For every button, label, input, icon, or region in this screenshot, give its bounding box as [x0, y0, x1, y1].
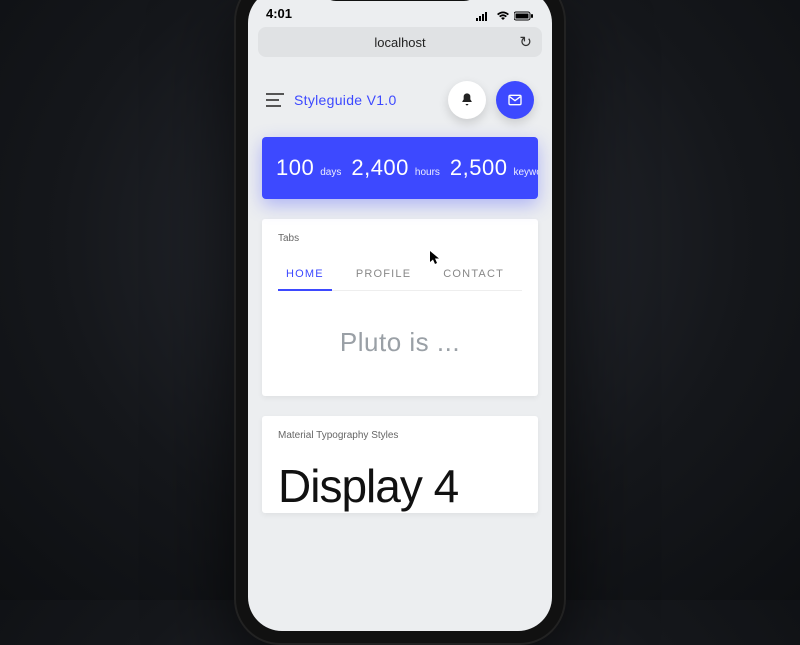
page-title: Styleguide V1.0	[294, 92, 438, 108]
tab-contact[interactable]: CONTACT	[441, 262, 506, 290]
app-header: Styleguide V1.0	[262, 71, 538, 137]
phone-screen: 4:01 localhost ↻ Styleguide V1.0	[248, 0, 552, 631]
status-bar: 4:01	[248, 0, 552, 23]
stat-value-keywords: 2,500	[450, 155, 508, 181]
typography-card-label: Material Typography Styles	[278, 430, 522, 441]
tabs-card: Tabs HOME PROFILE CONTACT Pluto is ...	[262, 219, 538, 396]
page-content: Styleguide V1.0 100 days 2,400 hours 2,5…	[248, 71, 552, 513]
address-url: localhost	[374, 35, 425, 50]
tab-content: Pluto is ...	[278, 291, 522, 376]
battery-icon	[514, 11, 534, 21]
phone-notch	[320, 0, 480, 1]
signal-icon	[476, 11, 492, 21]
stat-label-hours: hours	[415, 167, 440, 178]
status-time: 4:01	[266, 6, 292, 21]
stat-label-days: days	[320, 167, 341, 178]
mail-button[interactable]	[496, 81, 534, 119]
bell-icon	[459, 92, 475, 108]
typography-card: Material Typography Styles Display 4	[262, 416, 538, 513]
refresh-icon[interactable]: ↻	[519, 33, 532, 51]
stat-value-days: 100	[276, 155, 314, 181]
mail-icon	[507, 92, 523, 108]
notifications-button[interactable]	[448, 81, 486, 119]
status-icons	[476, 11, 534, 21]
tab-profile[interactable]: PROFILE	[354, 262, 413, 290]
wifi-icon	[496, 11, 510, 21]
tab-home[interactable]: HOME	[284, 262, 326, 290]
tabs-row: HOME PROFILE CONTACT	[278, 262, 522, 291]
menu-icon[interactable]	[266, 93, 284, 107]
address-bar[interactable]: localhost ↻	[258, 27, 542, 57]
stats-card: 100 days 2,400 hours 2,500 keywords	[262, 137, 538, 199]
stat-value-hours: 2,400	[351, 155, 409, 181]
phone-frame: 4:01 localhost ↻ Styleguide V1.0	[234, 0, 566, 645]
stat-label-keywords: keywords	[513, 167, 538, 178]
tabs-card-label: Tabs	[278, 233, 522, 244]
typography-display4: Display 4	[278, 459, 522, 513]
